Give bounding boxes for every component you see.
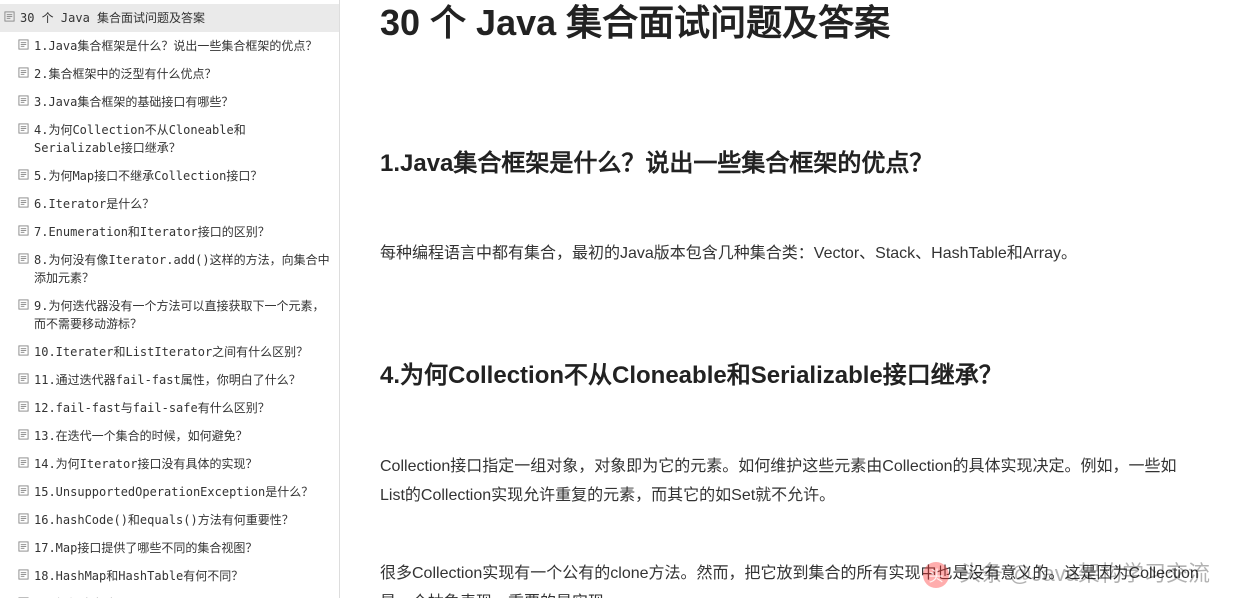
toc-item[interactable]: 18.HashMap和HashTable有何不同？ (0, 562, 339, 590)
heading-icon (18, 299, 29, 310)
heading-icon (18, 39, 29, 50)
toc-item[interactable]: 10.Iterater和ListIterator之间有什么区别？ (0, 338, 339, 366)
heading-icon (18, 457, 29, 468)
toc-item[interactable]: 5.为何Map接口不继承Collection接口？ (0, 162, 339, 190)
toc-item-label: 30 个 Java 集合面试问题及答案 (20, 9, 205, 27)
heading-icon (18, 253, 29, 264)
heading-icon (18, 123, 29, 134)
heading-icon (18, 541, 29, 552)
toc-item-label: 3.Java集合框架的基础接口有哪些？ (34, 93, 233, 111)
toc-item[interactable]: 9.为何迭代器没有一个方法可以直接获取下一个元素，而不需要移动游标？ (0, 292, 339, 338)
toc-item[interactable]: 17.Map接口提供了哪些不同的集合视图？ (0, 534, 339, 562)
toc-item-label: 14.为何Iterator接口没有具体的实现？ (34, 455, 257, 473)
toc-item[interactable]: 13.在迭代一个集合的时候，如何避免？ (0, 422, 339, 450)
heading-icon (18, 225, 29, 236)
heading-icon (4, 11, 15, 22)
toc-item[interactable]: 30 个 Java 集合面试问题及答案 (0, 4, 339, 32)
article-main: 30 个 Java 集合面试问题及答案 1.Java集合框架是什么？说出一些集合… (340, 0, 1240, 598)
article-paragraph: 每种编程语言中都有集合，最初的Java版本包含几种集合类：Vector、Stac… (380, 240, 1200, 269)
toc-item-label: 8.为何没有像Iterator.add()这样的方法，向集合中添加元素？ (34, 251, 331, 287)
toc-item-label: 9.为何迭代器没有一个方法可以直接获取下一个元素，而不需要移动游标？ (34, 297, 331, 333)
toc-item-label: 5.为何Map接口不继承Collection接口？ (34, 167, 262, 185)
heading-icon (18, 429, 29, 440)
toc-item[interactable]: 8.为何没有像Iterator.add()这样的方法，向集合中添加元素？ (0, 246, 339, 292)
heading-icon (18, 67, 29, 78)
toc-item-label: 11.通过迭代器fail-fast属性，你明白了什么？ (34, 371, 301, 389)
toc-item[interactable]: 2.集合框架中的泛型有什么优点？ (0, 60, 339, 88)
section-heading-4: 4.为何Collection不从Cloneable和Serializable接口… (380, 359, 1200, 393)
toc-item-label: 17.Map接口提供了哪些不同的集合视图？ (34, 539, 257, 557)
article-paragraph: 很多Collection实现有一个公有的clone方法。然而，把它放到集合的所有… (380, 560, 1200, 598)
section-heading-1: 1.Java集合框架是什么？说出一些集合框架的优点？ (380, 147, 1200, 181)
toc-item-label: 12.fail-fast与fail-safe有什么区别？ (34, 399, 270, 417)
toc-item[interactable]: 7.Enumeration和Iterator接口的区别？ (0, 218, 339, 246)
article-paragraph: Collection接口指定一组对象，对象即为它的元素。如何维护这些元素由Col… (380, 453, 1200, 511)
toc-item-label: 1.Java集合框架是什么？说出一些集合框架的优点？ (34, 37, 317, 55)
toc-item-label: 13.在迭代一个集合的时候，如何避免？ (34, 427, 248, 445)
toc-item-label: 4.为何Collection不从Cloneable和Serializable接口… (34, 121, 331, 157)
toc-item[interactable]: 3.Java集合框架的基础接口有哪些？ (0, 88, 339, 116)
toc-sidebar: 30 个 Java 集合面试问题及答案 1.Java集合框架是什么？说出一些集合框… (0, 0, 340, 598)
toc-item[interactable]: 1.Java集合框架是什么？说出一些集合框架的优点？ (0, 32, 339, 60)
toc-item-label: 6.Iterator是什么？ (34, 195, 154, 213)
article-title: 30 个 Java 集合面试问题及答案 (380, 0, 1200, 47)
heading-icon (18, 401, 29, 412)
toc-item[interactable]: 19.如何决定选用HashMap还是TreeMap？ (0, 590, 339, 598)
toc-item[interactable]: 4.为何Collection不从Cloneable和Serializable接口… (0, 116, 339, 162)
toc-item[interactable]: 11.通过迭代器fail-fast属性，你明白了什么？ (0, 366, 339, 394)
toc-item-label: 16.hashCode()和equals()方法有何重要性？ (34, 511, 294, 529)
toc-item-label: 7.Enumeration和Iterator接口的区别？ (34, 223, 270, 241)
toc-item-label: 15.UnsupportedOperationException是什么？ (34, 483, 313, 501)
heading-icon (18, 345, 29, 356)
toc-item-label: 18.HashMap和HashTable有何不同？ (34, 567, 243, 585)
toc-item[interactable]: 12.fail-fast与fail-safe有什么区别？ (0, 394, 339, 422)
heading-icon (18, 569, 29, 580)
toc-item-label: 10.Iterater和ListIterator之间有什么区别？ (34, 343, 308, 361)
toc-item[interactable]: 14.为何Iterator接口没有具体的实现？ (0, 450, 339, 478)
toc-item[interactable]: 15.UnsupportedOperationException是什么？ (0, 478, 339, 506)
heading-icon (18, 95, 29, 106)
heading-icon (18, 197, 29, 208)
heading-icon (18, 169, 29, 180)
toc-item-label: 2.集合框架中的泛型有什么优点？ (34, 65, 216, 83)
heading-icon (18, 373, 29, 384)
toc-item[interactable]: 16.hashCode()和equals()方法有何重要性？ (0, 506, 339, 534)
heading-icon (18, 485, 29, 496)
heading-icon (18, 513, 29, 524)
toc-item[interactable]: 6.Iterator是什么？ (0, 190, 339, 218)
